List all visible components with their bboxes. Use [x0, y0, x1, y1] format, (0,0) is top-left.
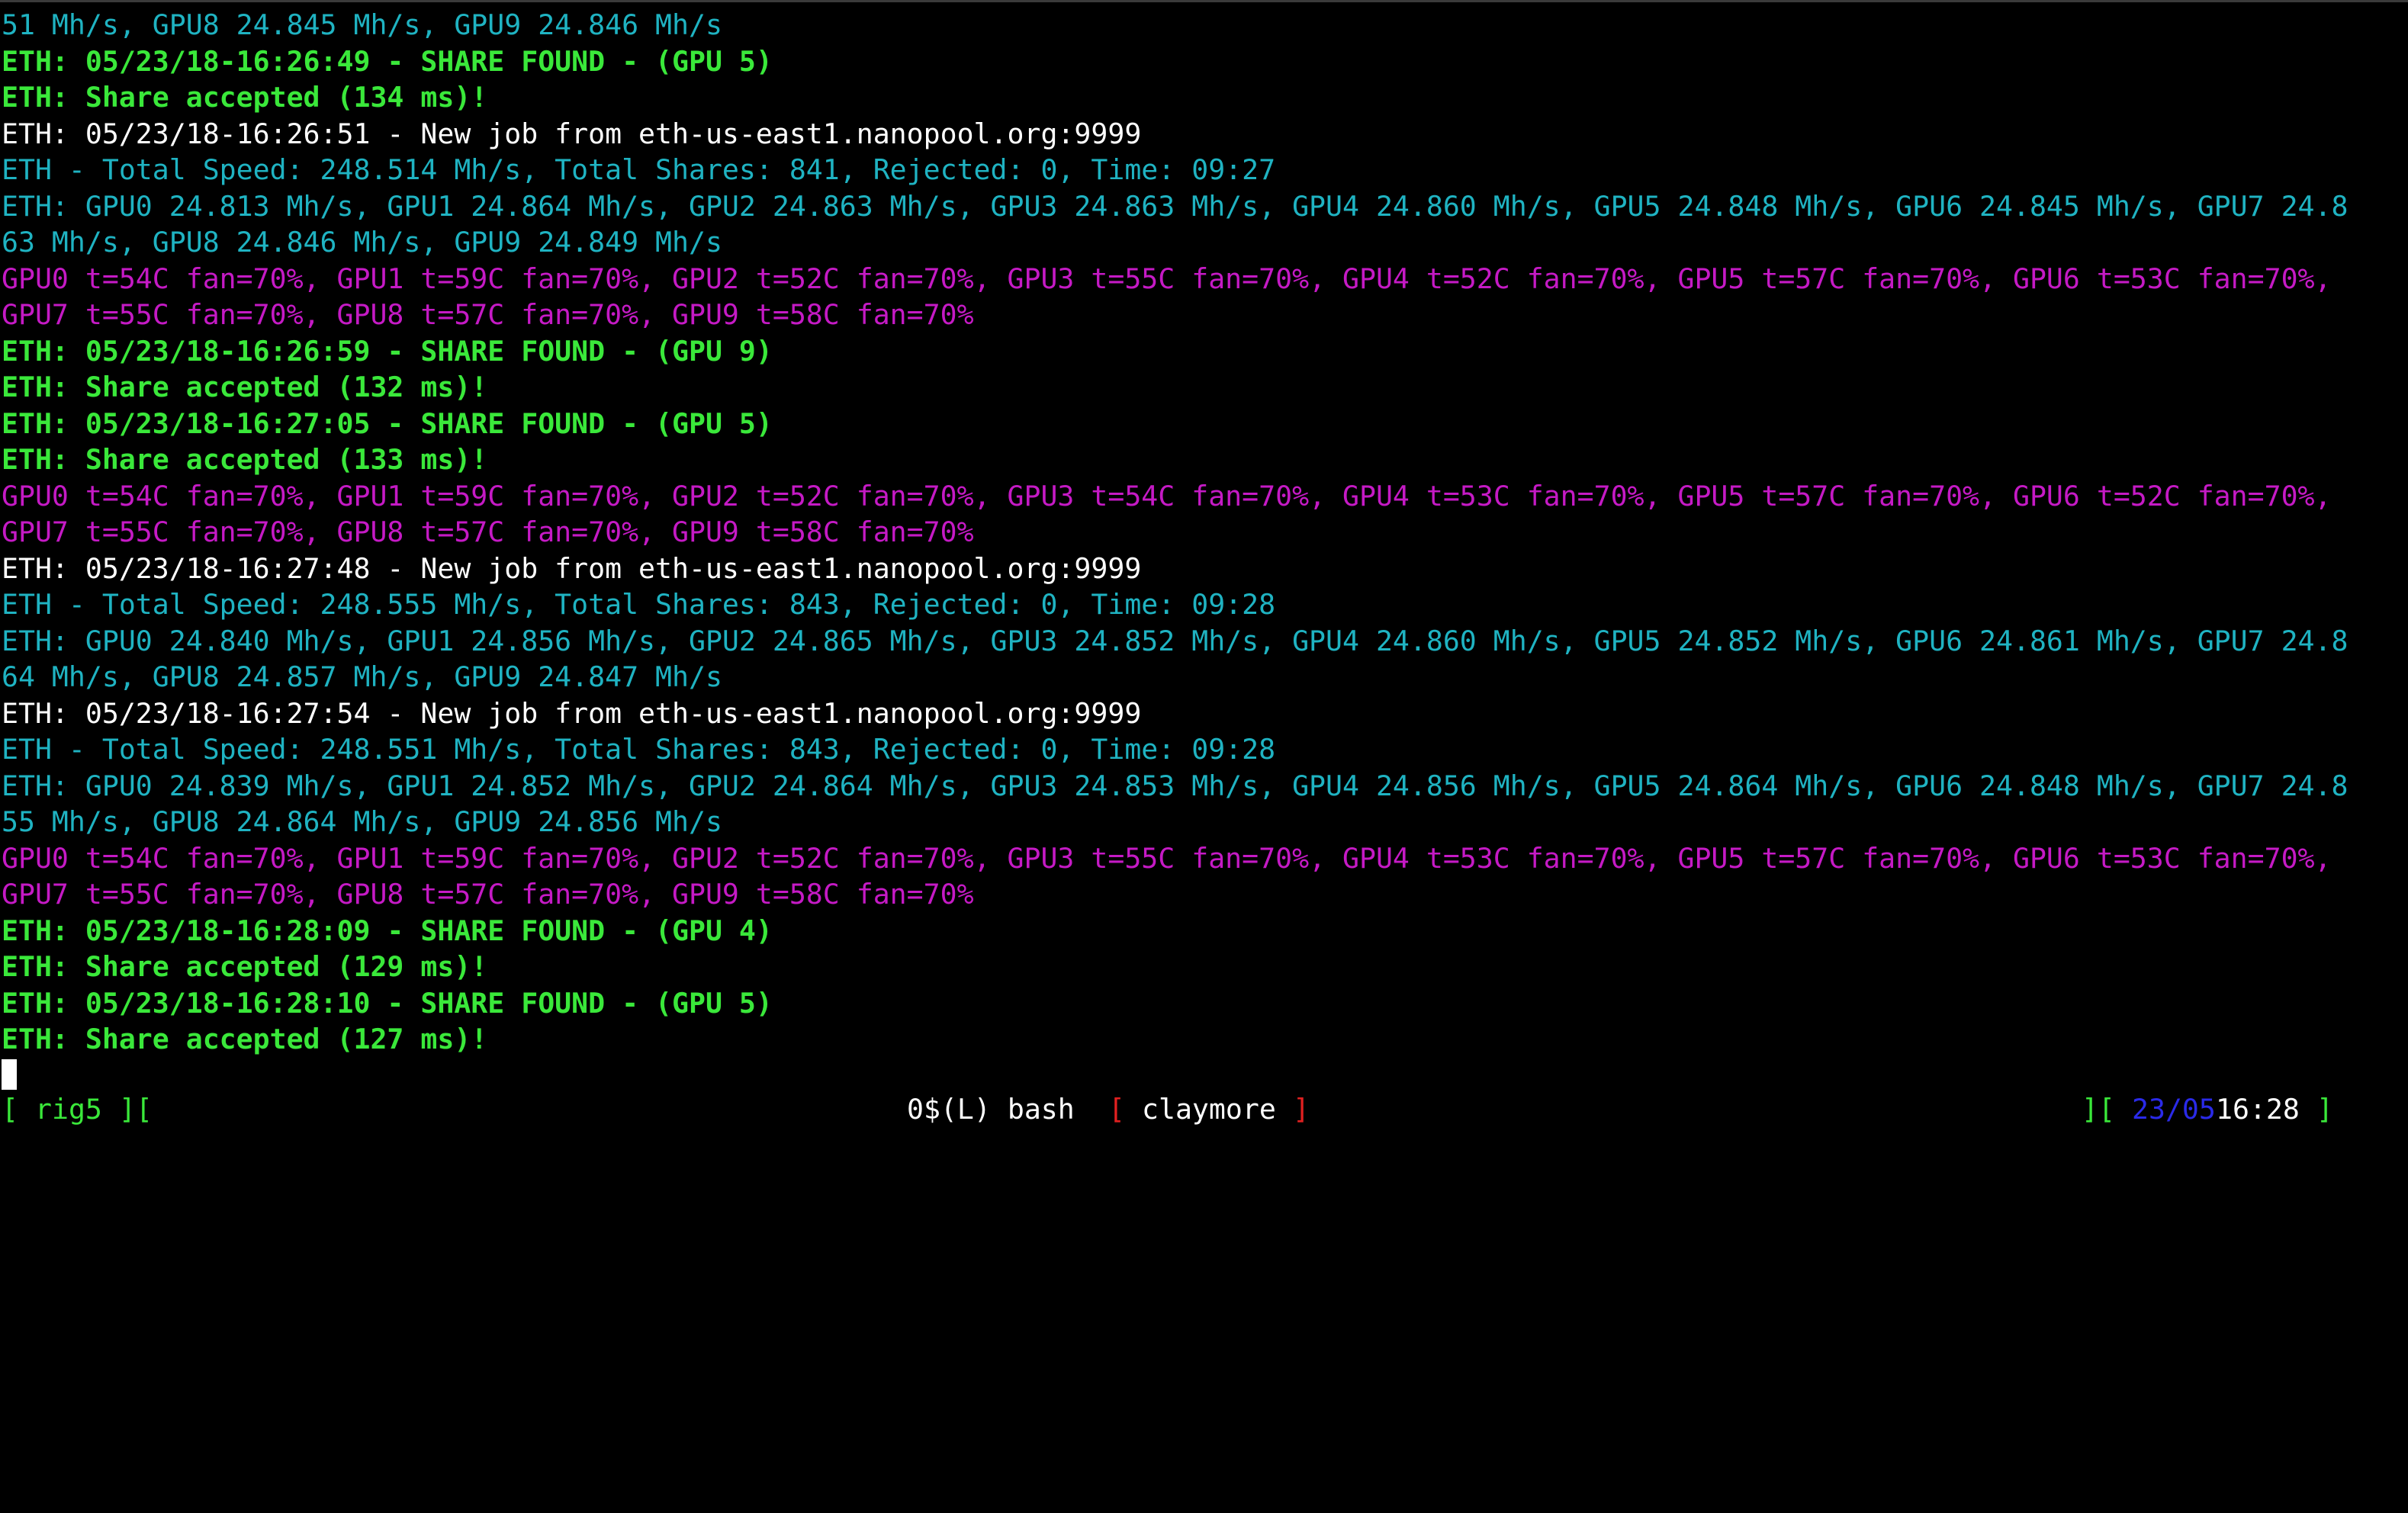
terminal-line: ETH - Total Speed: 248.514 Mh/s, Total S… [2, 153, 1276, 186]
terminal-line: ETH: 05/23/18-16:27:48 - New job from et… [2, 551, 1142, 585]
terminal-line: ETH: 05/23/18-16:26:49 - SHARE FOUND - (… [2, 44, 773, 78]
status-right-open-bracket: ][ [2082, 1093, 2132, 1126]
terminal-line: ETH: GPU0 24.813 Mh/s, GPU1 24.864 Mh/s,… [2, 189, 2349, 223]
window-tab-bash[interactable]: 0$(L) bash [907, 1092, 1108, 1127]
window-tab-claymore[interactable]: claymore [1142, 1092, 1276, 1127]
terminal-line: 51 Mh/s, GPU8 24.845 Mh/s, GPU9 24.846 M… [2, 8, 722, 41]
terminal-line: GPU0 t=54C fan=70%, GPU1 t=59C fan=70%, … [2, 262, 2332, 295]
terminal-line: ETH: 05/23/18-16:27:54 - New job from et… [2, 696, 1142, 730]
terminal-line: ETH: Share accepted (133 ms)! [2, 443, 488, 476]
status-date: 23/05 [2132, 1093, 2216, 1126]
terminal-line: ETH: 05/23/18-16:27:05 - SHARE FOUND - (… [2, 406, 773, 440]
terminal-line: GPU7 t=55C fan=70%, GPU8 t=57C fan=70%, … [2, 878, 974, 911]
terminal-line: ETH - Total Speed: 248.551 Mh/s, Total S… [2, 733, 1276, 766]
terminal-line: ETH: 05/23/18-16:28:09 - SHARE FOUND - (… [2, 914, 773, 947]
terminal-line: 63 Mh/s, GPU8 24.846 Mh/s, GPU9 24.849 M… [2, 226, 722, 259]
terminal-line: ETH - Total Speed: 248.555 Mh/s, Total S… [2, 588, 1276, 621]
terminal-line: ETH: Share accepted (134 ms)! [2, 81, 488, 114]
terminal-line: GPU7 t=55C fan=70%, GPU8 t=57C fan=70%, … [2, 516, 974, 548]
active-window-close-bracket: ] [1276, 1093, 1310, 1126]
status-left-open-bracket: [ [2, 1093, 35, 1126]
status-time: 16:28 [2216, 1093, 2300, 1126]
terminal-line: ETH: GPU0 24.839 Mh/s, GPU1 24.852 Mh/s,… [2, 769, 2349, 802]
session-host-name: rig5 [35, 1093, 102, 1126]
terminal-output[interactable]: 51 Mh/s, GPU8 24.845 Mh/s, GPU9 24.846 M… [0, 0, 2408, 1090]
terminal-line: ETH: 05/23/18-16:26:59 - SHARE FOUND - (… [2, 334, 773, 368]
text-cursor [2, 1059, 17, 1090]
terminal-line: 64 Mh/s, GPU8 24.857 Mh/s, GPU9 24.847 M… [2, 660, 722, 693]
terminal-line: ETH: 05/23/18-16:28:10 - SHARE FOUND - (… [2, 986, 773, 1020]
terminal-line: ETH: Share accepted (132 ms)! [2, 371, 488, 403]
status-left-close-bracket: ][ [102, 1093, 153, 1126]
active-window-open-bracket: [ [1108, 1093, 1142, 1126]
tmux-status-bar: [ rig5 ][ 0$(L) bash [ claymore ] ][ 23/… [0, 1092, 2408, 1127]
terminal-line: ETH: Share accepted (129 ms)! [2, 950, 488, 983]
terminal-line: ETH: Share accepted (127 ms)! [2, 1023, 488, 1055]
terminal-line: ETH: 05/23/18-16:26:51 - New job from et… [2, 117, 1142, 150]
terminal-line: 55 Mh/s, GPU8 24.864 Mh/s, GPU9 24.856 M… [2, 805, 722, 838]
terminal-line: ETH: GPU0 24.840 Mh/s, GPU1 24.856 Mh/s,… [2, 624, 2349, 657]
terminal-line: GPU0 t=54C fan=70%, GPU1 t=59C fan=70%, … [2, 479, 2332, 512]
terminal-line: GPU0 t=54C fan=70%, GPU1 t=59C fan=70%, … [2, 841, 2332, 875]
status-right-close-bracket: ] [2300, 1093, 2333, 1126]
terminal-line: GPU7 t=55C fan=70%, GPU8 t=57C fan=70%, … [2, 298, 974, 331]
